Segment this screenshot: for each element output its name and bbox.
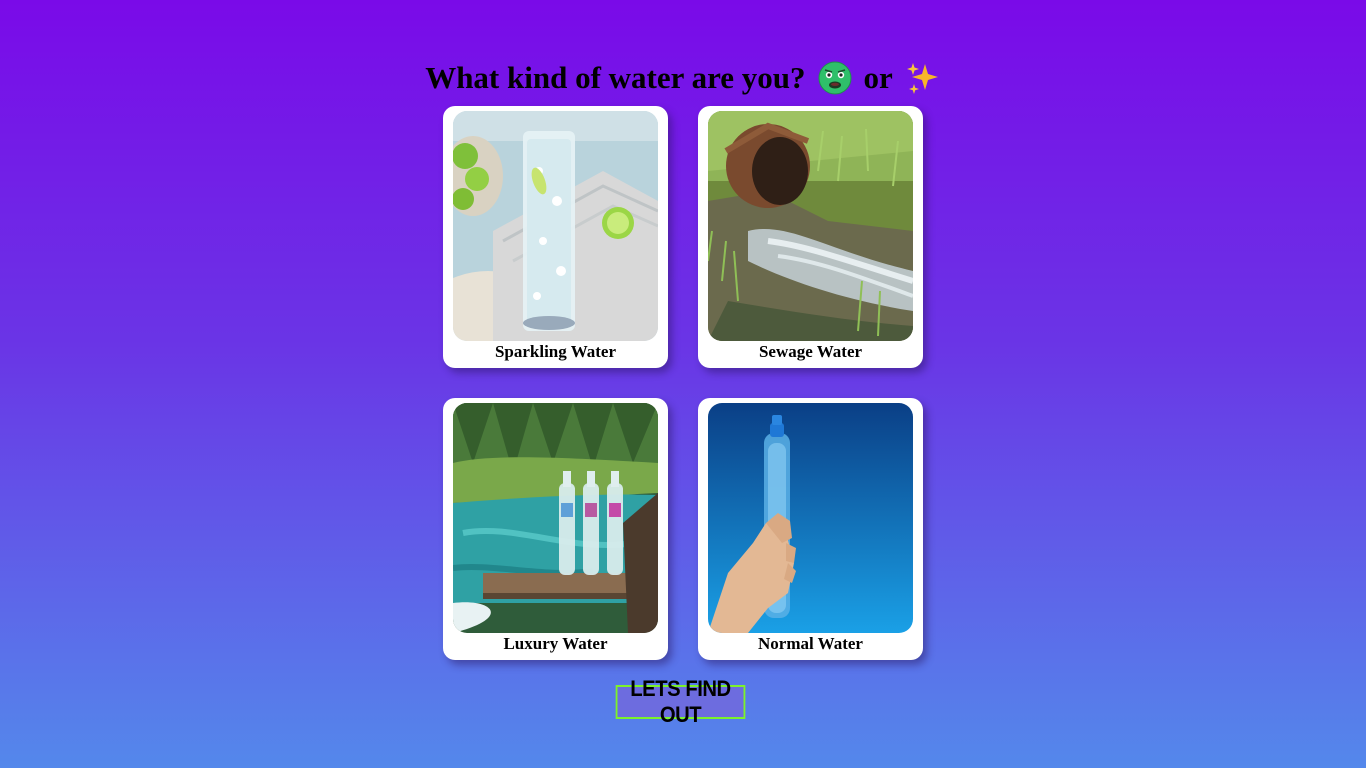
card-normal-water[interactable]: Normal Water [698,398,923,660]
card-label: Sparkling Water [494,342,617,361]
sparkles-icon [905,60,941,96]
nauseated-face-icon [818,61,852,95]
luxury-bottles-lake-photo [453,403,658,633]
title-text: What kind of water are you? [425,60,806,95]
hand-holding-bottle-photo [708,403,913,633]
sparkling-water-glass-photo [453,111,658,341]
card-label: Luxury Water [503,634,608,653]
title-connector: or [863,60,893,95]
water-options-grid: Sparkling Water Sewage Water Luxury Wate… [443,106,923,660]
sewage-pipe-photo [708,111,913,341]
card-sewage-water[interactable]: Sewage Water [698,106,923,368]
lets-find-out-button[interactable]: LETS FIND OUT [615,676,746,727]
card-sparkling-water[interactable]: Sparkling Water [443,106,668,368]
card-luxury-water[interactable]: Luxury Water [443,398,668,660]
page-title: What kind of water are you? or [0,58,1366,98]
card-label: Normal Water [758,634,863,653]
card-label: Sewage Water [758,342,863,361]
